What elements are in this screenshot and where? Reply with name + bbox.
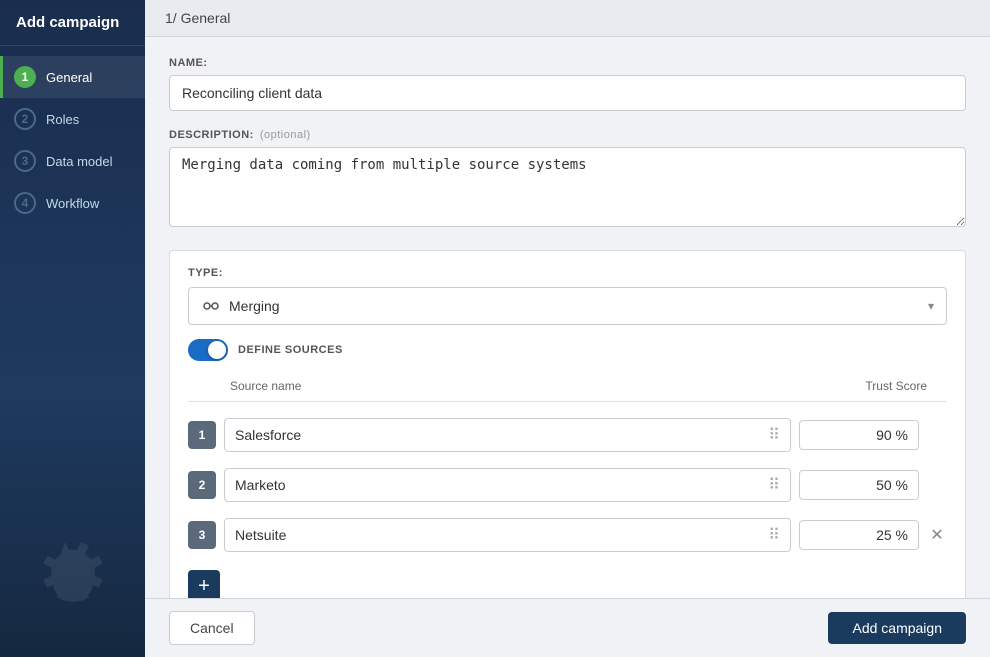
sources-table: Source name Trust Score 1 Salesforce ⠿ 2 (188, 375, 947, 598)
chevron-down-icon: ▾ (928, 299, 934, 313)
table-row: 3 Netsuite ⠿ ✕ (188, 510, 947, 560)
type-section: TYPE: Merging ▾ (169, 250, 966, 598)
table-row: 1 Salesforce ⠿ (188, 410, 947, 460)
name-input[interactable] (169, 75, 966, 111)
sidebar-label-workflow: Workflow (46, 196, 99, 211)
toggle-label: DEFINE SOURCES (238, 344, 343, 356)
add-source-button[interactable]: + (188, 570, 220, 598)
description-group: DESCRIPTION: (optional) Merging data com… (169, 129, 966, 232)
toggle-row: DEFINE SOURCES (188, 339, 947, 361)
sidebar-nav: 1 General 2 Roles 3 Data model 4 Workflo… (0, 46, 145, 224)
page-footer: Cancel Add campaign (145, 598, 990, 657)
source-name-field-1[interactable]: Salesforce ⠿ (224, 418, 791, 452)
source-name-text-1: Salesforce (235, 427, 762, 443)
source-score-1[interactable] (799, 420, 919, 450)
toggle-knob (208, 341, 226, 359)
define-sources-toggle[interactable] (188, 339, 228, 361)
source-name-field-3[interactable]: Netsuite ⠿ (224, 518, 791, 552)
source-number-3: 3 (188, 521, 216, 549)
remove-source-3-button[interactable]: ✕ (927, 525, 947, 545)
sidebar-label-datamodel: Data model (46, 154, 112, 169)
sidebar-label-general: General (46, 70, 92, 85)
page-form: NAME: DESCRIPTION: (optional) Merging da… (145, 37, 990, 598)
step-badge-4: 4 (14, 192, 36, 214)
sources-header: Source name Trust Score (188, 375, 947, 402)
add-campaign-button[interactable]: Add campaign (828, 612, 966, 644)
main-content: 1/ General NAME: DESCRIPTION: (optional)… (145, 0, 990, 657)
name-group: NAME: (169, 57, 966, 111)
sources-header-score-label: Trust Score (747, 379, 947, 393)
drag-handle-1[interactable]: ⠿ (768, 425, 780, 445)
source-number-1: 1 (188, 421, 216, 449)
source-score-2[interactable] (799, 470, 919, 500)
step-badge-3: 3 (14, 150, 36, 172)
source-score-3[interactable] (799, 520, 919, 550)
type-selected-label: Merging (229, 298, 280, 314)
description-input[interactable]: Merging data coming from multiple source… (169, 147, 966, 227)
source-name-text-3: Netsuite (235, 527, 762, 543)
cancel-button[interactable]: Cancel (169, 611, 255, 645)
sidebar: Add campaign 1 General 2 Roles 3 Data mo… (0, 0, 145, 657)
page-breadcrumb: 1/ General (145, 0, 990, 37)
name-label: NAME: (169, 57, 966, 69)
sidebar-item-datamodel[interactable]: 3 Data model (0, 140, 145, 182)
sidebar-item-general[interactable]: 1 General (0, 56, 145, 98)
type-select-inner: Merging (201, 296, 280, 316)
source-name-field-2[interactable]: Marketo ⠿ (224, 468, 791, 502)
drag-handle-2[interactable]: ⠿ (768, 475, 780, 495)
step-badge-2: 2 (14, 108, 36, 130)
source-number-2: 2 (188, 471, 216, 499)
merge-icon (201, 296, 221, 316)
gear-decoration (23, 532, 123, 637)
source-name-text-2: Marketo (235, 477, 762, 493)
sidebar-item-roles[interactable]: 2 Roles (0, 98, 145, 140)
sidebar-label-roles: Roles (46, 112, 79, 127)
sources-header-name-label: Source name (188, 379, 747, 393)
description-optional-label: (optional) (260, 129, 311, 141)
step-badge-1: 1 (14, 66, 36, 88)
drag-handle-3[interactable]: ⠿ (768, 525, 780, 545)
type-label: TYPE: (188, 267, 947, 279)
table-row: 2 Marketo ⠿ (188, 460, 947, 510)
description-label: DESCRIPTION: (optional) (169, 129, 966, 141)
sidebar-item-workflow[interactable]: 4 Workflow (0, 182, 145, 224)
type-select[interactable]: Merging ▾ (188, 287, 947, 325)
sidebar-title: Add campaign (0, 0, 145, 46)
